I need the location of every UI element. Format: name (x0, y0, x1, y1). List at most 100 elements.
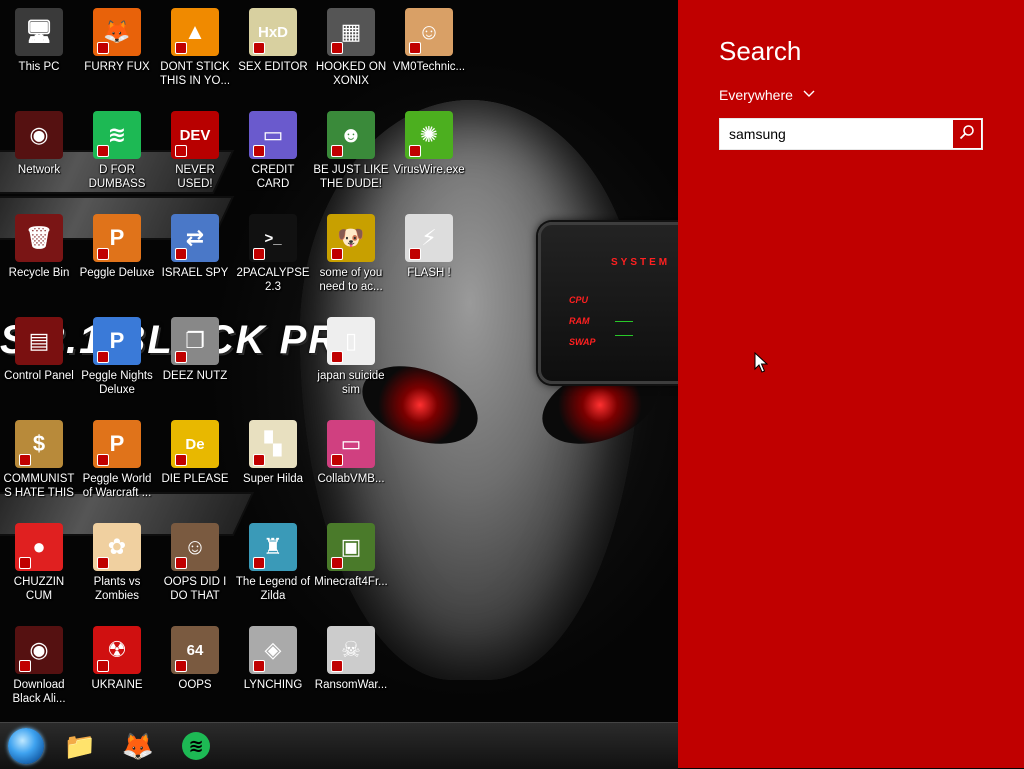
desktop-icon[interactable]: 🦊 FURRY FUX (78, 4, 156, 104)
desktop-icon-label: NEVER USED! (175, 164, 215, 190)
icon-glyph: ⇄ (185, 225, 205, 250)
desktop-icon[interactable]: ▭ CollabVMB... (312, 416, 390, 516)
spotify-button[interactable]: ≋ (176, 728, 216, 764)
shortcut-arrow-icon (331, 248, 343, 260)
desktop-icon[interactable]: ● CHUZZIN CUM (0, 519, 78, 619)
desktop-icon[interactable]: ☺ VM0Technic... (390, 4, 468, 104)
desktop-icon[interactable]: ⇄ ISRAEL SPY (156, 210, 234, 310)
desktop-icon[interactable]: ✿ Plants vs Zombies (78, 519, 156, 619)
alien-download-icon: ◉ (15, 626, 63, 674)
command-prompt-icon: >_ (249, 214, 297, 262)
desktop-icon[interactable]: P Peggle World of Warcraft ... (78, 416, 156, 516)
desktop-icon[interactable]: ▣ Minecraft4Fr... (312, 519, 390, 619)
flash-file-icon: ⚡ (405, 214, 453, 262)
icon-glyph: >_ (264, 229, 282, 247)
stacked-windows-icon: ❐ (171, 317, 219, 365)
credit-card-icon: ▭ (249, 111, 297, 159)
desktop-icon[interactable]: ⚡ FLASH ! (390, 210, 468, 310)
start-orb-icon (8, 728, 44, 764)
desktop-icon[interactable]: 64 OOPS (156, 622, 234, 722)
desktop-icon[interactable]: ≋ D FOR DUMBASS (78, 107, 156, 207)
shortcut-arrow-icon (97, 454, 109, 466)
desktop-icon[interactable]: P Peggle Nights Deluxe (78, 313, 156, 413)
icon-glyph: De (185, 435, 205, 453)
desktop-icon[interactable]: 🐶 some of you need to ac... (312, 210, 390, 310)
shortcut-arrow-icon (97, 351, 109, 363)
system-monitor-widget[interactable]: SYSTEM CPU RAM SWAP (538, 222, 678, 384)
search-input[interactable] (720, 119, 963, 149)
skull-icon: ☠ (327, 626, 375, 674)
desktop-icon-label: Network (17, 164, 61, 176)
desktop-icon[interactable]: De DIE PLEASE (156, 416, 234, 516)
icon-glyph: ☺ (417, 19, 441, 44)
shortcut-arrow-icon (331, 557, 343, 569)
portrait-64-icon: 64 (171, 626, 219, 674)
desktop-icon-label: 2PACALYPSE 2.3 (236, 267, 310, 293)
desktop-icon-label: SEX EDITOR (238, 61, 308, 73)
desktop-icon-label: RansomWar... (314, 679, 388, 691)
desktop-icon[interactable]: ▭ CREDIT CARD CHECKER (234, 107, 312, 207)
desktop-icon[interactable]: >_ 2PACALYPSE 2.3 (234, 210, 312, 310)
desktop-icon[interactable]: P Peggle Deluxe (78, 210, 156, 310)
widget-ram-bar (615, 321, 633, 322)
shortcut-arrow-icon (331, 145, 343, 157)
desktop-icon[interactable]: ▦ HOOKED ON XONIX (312, 4, 390, 104)
desktop-icon-label: This PC (18, 61, 60, 73)
alien-network-icon: ◉ (15, 111, 63, 159)
spotify-icon: ≋ (93, 111, 141, 159)
desktop-icon-label: Control Panel (4, 370, 74, 382)
icon-glyph: ⚡ (421, 225, 437, 250)
start-button[interactable] (6, 728, 46, 764)
desktop-icon-label: DONT STICK THIS IN YO... (159, 61, 231, 87)
file-explorer-button[interactable]: 📁 (60, 728, 100, 764)
lime-wire-icon: ✺ (405, 111, 453, 159)
desktop-icon[interactable]: ◈ LYNCHING (234, 622, 312, 722)
desktop-icon[interactable]: ❐ DEEZ NUTZ (156, 313, 234, 413)
desktop-icon-label: HOOKED ON XONIX (315, 61, 387, 87)
widget-brand: SYSTEM (611, 257, 671, 268)
desktop-icon[interactable]: 🖥 This PC (0, 4, 78, 104)
desktop-icon-label: some of you need to ac... (319, 267, 383, 293)
desktop-icon[interactable]: ▤ Control Panel (0, 313, 78, 413)
desktop-icon-label: japan suicide sim (317, 370, 385, 396)
icon-glyph: ▤ (28, 328, 50, 353)
xonix-game-icon: ▦ (327, 8, 375, 56)
desktop[interactable]: S 8.1 BLACK PRO SYSTEM CPU RAM SWAP 🖥Thi… (0, 0, 678, 722)
desktop-icon[interactable]: ◉ Download Black Ali... (0, 622, 78, 722)
search-scope-dropdown[interactable]: Everywhere (719, 87, 815, 103)
desktop-icon[interactable]: 🗑 Recycle Bin (0, 210, 78, 310)
desktop-icon[interactable]: DEV NEVER USED! (156, 107, 234, 207)
pixel-hero-icon: ♜ (249, 523, 297, 571)
taskbar: 📁 🦊 ≋ (0, 722, 678, 769)
desktop-icon[interactable]: ☺ OOPS DID I DO THAT (156, 519, 234, 619)
desktop-icon[interactable]: ☻ BE JUST LIKE THE DUDE! (312, 107, 390, 207)
desktop-icon[interactable]: ✺ VirusWire.exe (390, 107, 468, 207)
shortcut-arrow-icon (253, 42, 265, 54)
icon-glyph: ◉ (29, 122, 49, 147)
vlc-cone-icon: ▲ (171, 8, 219, 56)
desktop-icon[interactable]: ▯ japan suicide sim (312, 313, 390, 413)
desktop-icon[interactable]: ☠ RansomWar... (312, 622, 390, 722)
shortcut-arrow-icon (97, 660, 109, 672)
icon-glyph: ▣ (340, 534, 362, 559)
network-share-icon: ⇄ (171, 214, 219, 262)
firefox-button[interactable]: 🦊 (118, 728, 158, 764)
desktop-icon[interactable]: ▲ DONT STICK THIS IN YO... (156, 4, 234, 104)
desktop-icon-label: Download Black Ali... (12, 679, 66, 705)
icon-glyph: ▚ (264, 431, 282, 456)
icon-glyph: 64 (186, 641, 204, 659)
desktop-icon[interactable]: HxD SEX EDITOR (234, 4, 312, 104)
desktop-icon[interactable]: ♜ The Legend of Zilda (234, 519, 312, 619)
game-file-icon: ▯ (327, 317, 375, 365)
icon-glyph: ◉ (29, 637, 49, 662)
desktop-icon[interactable]: ◉ Network (0, 107, 78, 207)
desktop-icon-label: DEEZ NUTZ (162, 370, 228, 382)
desktop-icon[interactable]: ☢ UKRAINE (78, 622, 156, 722)
icon-glyph: 🖥 (25, 19, 53, 44)
shortcut-arrow-icon (253, 557, 265, 569)
desktop-icon[interactable]: $ COMMUNISTS HATE THIS G... (0, 416, 78, 516)
search-scope-label: Everywhere (719, 87, 793, 103)
desktop-icon[interactable]: ▚ Super Hilda (234, 416, 312, 516)
search-button[interactable] (952, 119, 982, 149)
cartoon-dog-icon: 🐶 (327, 214, 375, 262)
